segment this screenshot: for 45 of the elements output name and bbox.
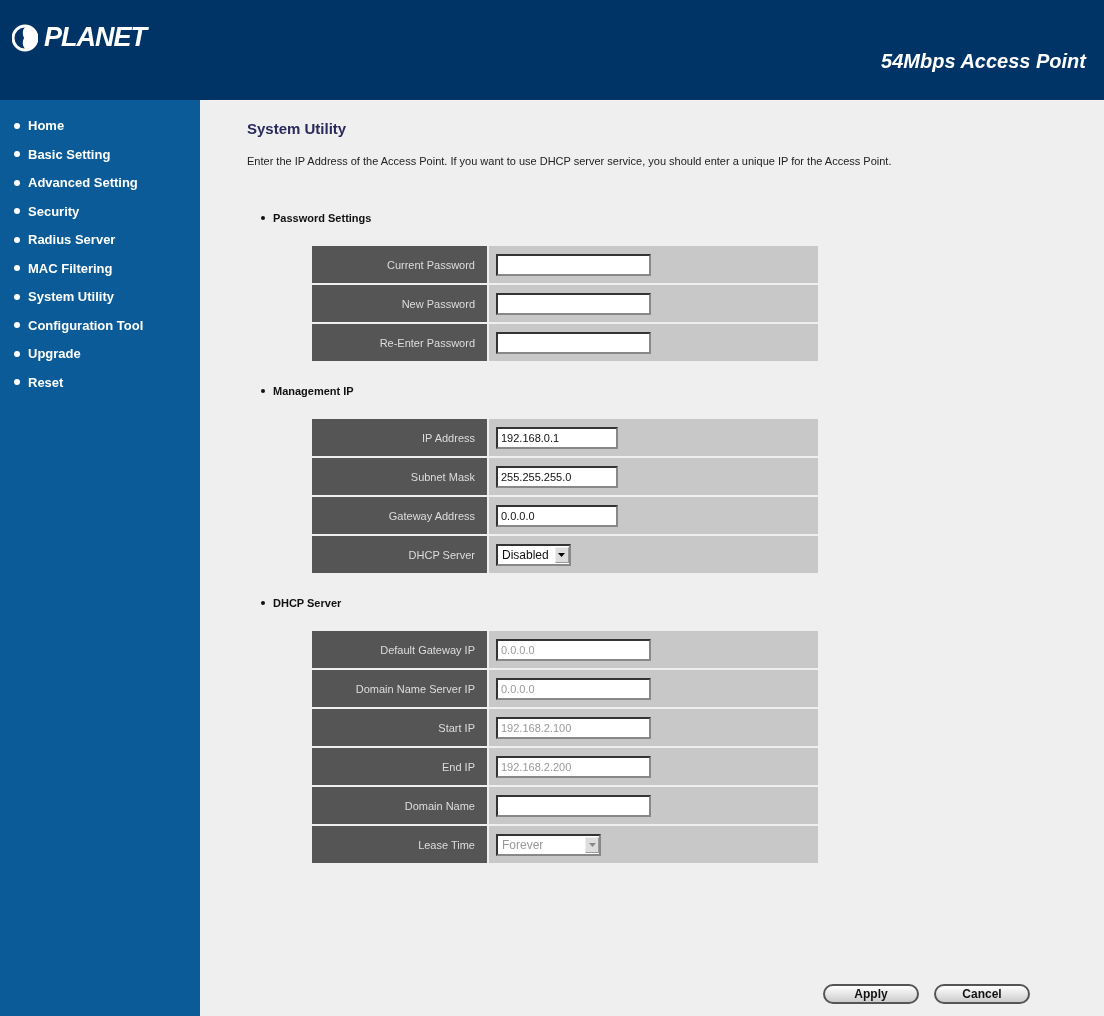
field-label: Subnet Mask: [312, 458, 487, 495]
description-text: Enter the IP Address of the Access Point. If you want to use DHCP server service, you should enter a unique IP for the Access Point.: [247, 155, 893, 168]
section-heading: Password Settings: [273, 212, 372, 224]
input-field[interactable]: [496, 292, 651, 315]
sidebar-link[interactable]: System Utility: [0, 289, 200, 304]
section-heading: Management IP: [273, 385, 354, 397]
field-label: Current Password: [312, 246, 487, 283]
planet-logo-icon: [12, 23, 38, 52]
field-label: Re-Enter Password: [312, 324, 487, 361]
field-label: DHCP Server: [312, 536, 487, 573]
input-field[interactable]: 0.0.0.0: [496, 504, 618, 527]
field-label: Default Gateway IP: [312, 631, 487, 668]
caret-icon: [558, 552, 566, 557]
field-label: End IP: [312, 748, 487, 785]
field-label: Lease Time: [312, 826, 487, 863]
bullet-icon: [261, 601, 265, 605]
input-field[interactable]: [496, 253, 651, 276]
cancel-button[interactable]: Cancel: [934, 984, 1030, 1004]
bullet-icon: [261, 389, 265, 393]
field-label: Domain Name Server IP: [312, 670, 487, 707]
field-label: IP Address: [312, 419, 487, 456]
input-field[interactable]: 255.255.255.0: [496, 465, 618, 488]
sidebar-link[interactable]: Home: [0, 118, 200, 133]
field-label: Gateway Address: [312, 497, 487, 534]
sidebar-link[interactable]: Radius Server: [0, 232, 200, 247]
field-label: New Password: [312, 285, 487, 322]
sidebar-link[interactable]: Advanced Setting: [0, 175, 200, 190]
sidebar-link[interactable]: Upgrade: [0, 346, 200, 361]
dropdown[interactable]: Disabled: [496, 543, 571, 566]
sidebar-link[interactable]: MAC Filtering: [0, 260, 200, 276]
section-heading: DHCP Server: [273, 597, 342, 609]
apply-button[interactable]: Apply: [823, 984, 919, 1004]
product-name: 54Mbps Access Point: [881, 50, 1086, 73]
sidebar-link[interactable]: Reset: [0, 374, 200, 390]
sidebar-link[interactable]: Security: [0, 203, 200, 219]
input-field[interactable]: [496, 331, 651, 354]
input-field[interactable]: 192.168.0.1: [496, 426, 618, 449]
bullet-icon: [261, 216, 265, 220]
field-label: Start IP: [312, 709, 487, 746]
sidebar-link[interactable]: Basic Setting: [0, 146, 200, 162]
input-field[interactable]: [496, 794, 651, 817]
caret-icon: [588, 842, 596, 847]
page-title: System Utility: [247, 120, 348, 137]
field-label: Domain Name: [312, 787, 487, 824]
sidebar-link[interactable]: Configuration Tool: [0, 317, 200, 333]
